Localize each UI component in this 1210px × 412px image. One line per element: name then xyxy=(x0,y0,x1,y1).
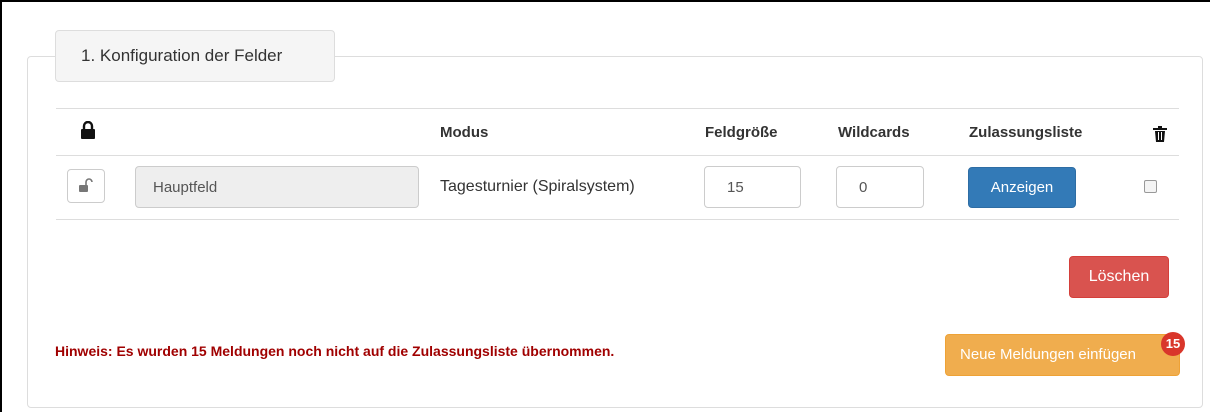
table-header-border xyxy=(56,155,1179,156)
table-row-border xyxy=(56,219,1179,220)
unlock-icon xyxy=(79,178,93,192)
trash-icon xyxy=(1153,126,1167,142)
header-feldgroesse: Feldgröße xyxy=(705,124,778,141)
add-new-entries-button[interactable]: Neue Meldungen einfügen xyxy=(945,334,1180,376)
section-title: 1. Konfiguration der Felder xyxy=(55,30,335,82)
wildcards-input[interactable] xyxy=(836,166,924,208)
field-name-input[interactable] xyxy=(135,166,419,208)
field-mode: Tagesturnier (Spiralsystem) xyxy=(440,178,635,195)
delete-button[interactable]: Löschen xyxy=(1069,256,1169,298)
show-list-button[interactable]: Anzeigen xyxy=(968,167,1076,208)
hint-text: Hinweis: Es wurden 15 Meldungen noch nic… xyxy=(55,343,615,359)
unlock-button[interactable] xyxy=(67,169,105,203)
table-top-border xyxy=(56,108,1179,109)
frame-border-top xyxy=(0,0,1210,2)
header-modus: Modus xyxy=(440,124,489,141)
row-select-checkbox[interactable] xyxy=(1144,180,1157,193)
frame-border-left xyxy=(0,0,2,412)
header-zulassungsliste: Zulassungsliste xyxy=(969,124,1083,141)
new-entries-badge: 15 xyxy=(1161,332,1185,356)
field-size-input[interactable] xyxy=(704,166,801,208)
lock-icon xyxy=(80,120,96,139)
header-wildcards: Wildcards xyxy=(838,124,910,141)
